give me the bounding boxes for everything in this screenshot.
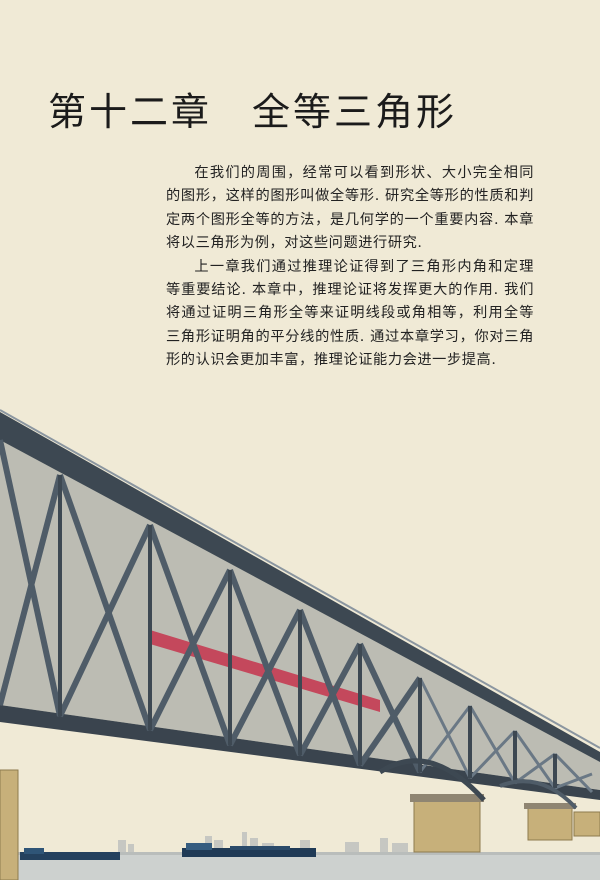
- bridge-top-chord: [0, 412, 600, 762]
- cargo-boats: [20, 843, 316, 860]
- chapter-introduction: 在我们的周围，经常可以看到形状、大小完全相同的图形，这样的图形叫做全等形. 研究…: [166, 162, 534, 373]
- bridge-railing: [0, 409, 600, 749]
- bridge-truss-members: [0, 439, 423, 774]
- bridge-lower-deck: [0, 705, 600, 800]
- bridge-verticals: [58, 475, 557, 788]
- chapter-name: 全等三角形: [252, 90, 458, 135]
- intro-paragraph-1: 在我们的周围，经常可以看到形状、大小完全相同的图形，这样的图形叫做全等形. 研究…: [166, 165, 534, 252]
- chapter-number: 第十二章: [48, 90, 213, 135]
- river-water: [0, 852, 600, 880]
- bridge-piers: [0, 769, 600, 880]
- textbook-page: 第十二章 全等三角形 在我们的周围，经常可以看到形状、大小完全相同的图形，这样的图…: [0, 0, 600, 880]
- intro-paragraph-2: 上一章我们通过推理论证得到了三角形内角和定理等重要结论. 本章中，推理论证将发挥…: [166, 258, 534, 369]
- chapter-title: 第十二章 全等三角形: [48, 81, 457, 136]
- bridge-truss-body: [0, 418, 600, 790]
- city-skyline: [118, 832, 408, 854]
- bridge-train: [150, 630, 380, 712]
